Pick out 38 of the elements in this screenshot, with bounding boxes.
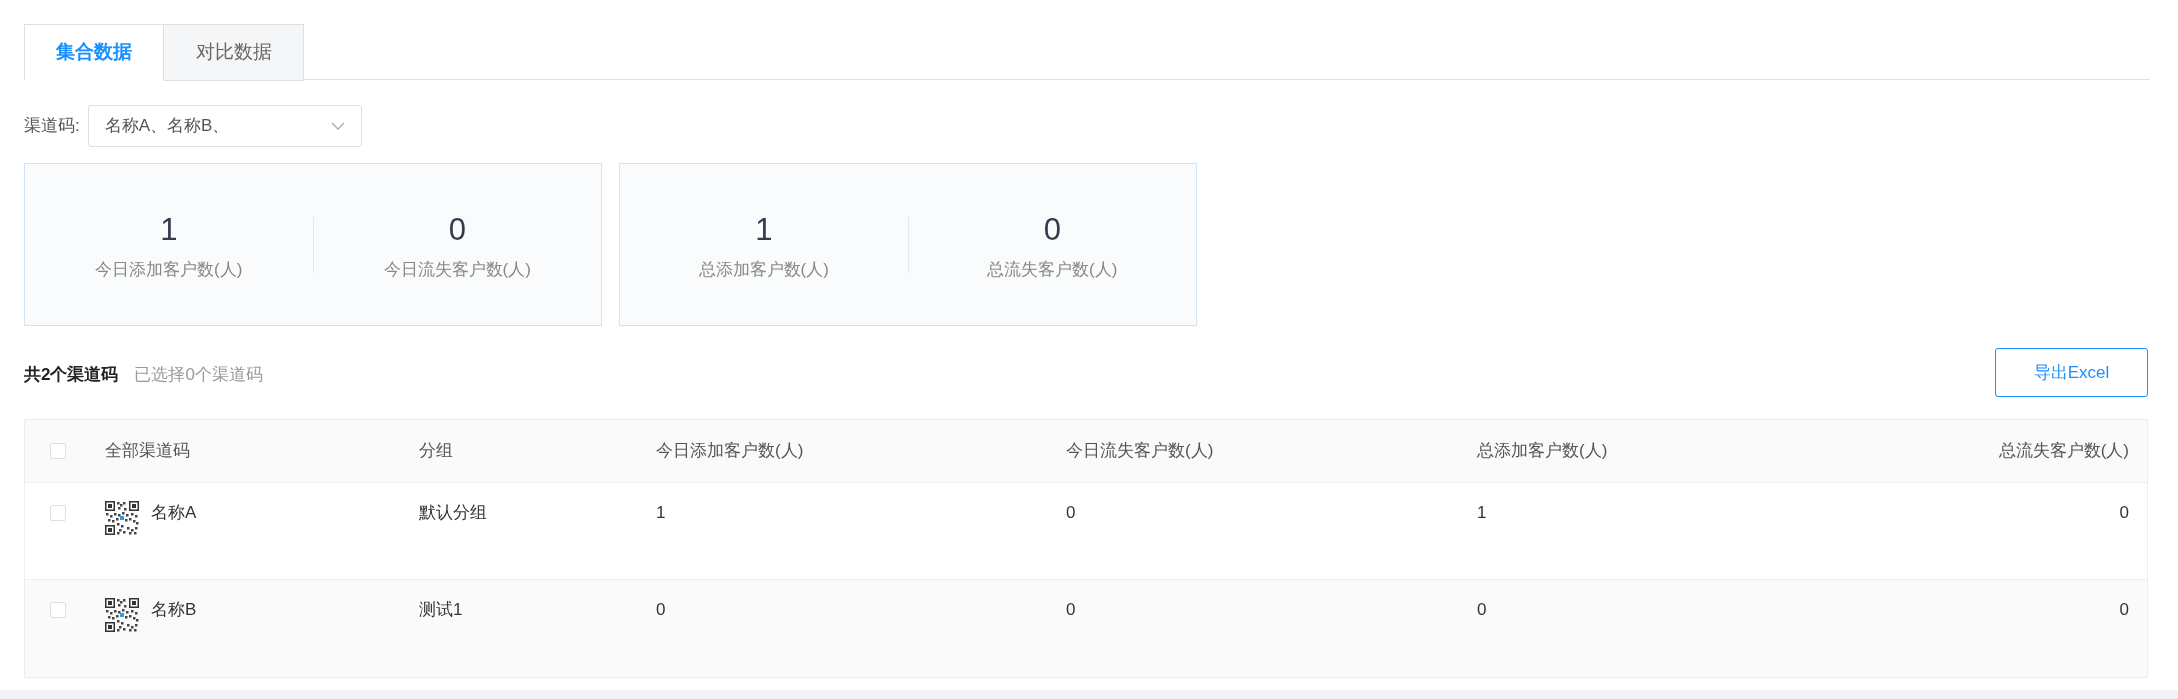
table-cell-text: 0 [2119,502,2129,524]
table-cell-text: 测试1 [419,599,463,621]
column-header: 总流失客户数(人) [1998,440,2129,463]
chevron-down-icon [330,122,345,130]
stat-label: 今日添加客户数(人) [95,259,243,281]
stat-value: 1 [755,210,773,249]
table-row[interactable]: 名称B 测试1 0 0 0 0 [25,580,2147,677]
table-cell-text: 名称A [151,502,197,524]
checkbox[interactable] [50,443,66,459]
stat-label: 今日流失客户数(人) [383,259,531,281]
column-header: 全部渠道码 [105,440,190,463]
tab[interactable]: 对比数据 [164,24,304,81]
selected-count: 已选择0个渠道码 [134,363,263,386]
channel-select[interactable]: 名称A、名称B、 [87,105,362,147]
table-cell-text: 0 [1477,599,1487,621]
stat-label: 总流失客户数(人) [987,259,1118,281]
column-header: 今日流失客户数(人) [1066,440,1214,463]
stat-label: 总添加客户数(人) [698,259,829,281]
table-cell-text: 1 [656,502,666,524]
table-cell-text: 0 [1066,502,1076,524]
total-count: 共2个渠道码 [24,363,119,386]
table-cell-text: 0 [1066,599,1076,621]
qr-code-icon [105,501,139,535]
checkbox[interactable] [50,505,66,521]
table-cell-text: 0 [656,599,666,621]
table-cell-text: 默认分组 [419,502,487,524]
table-cell-text: 0 [2119,599,2129,621]
column-header: 分组 [419,440,453,463]
table-cell-text: 1 [1477,502,1487,524]
table-cell-text: 名称B [151,599,197,621]
stat-value: 0 [448,210,466,249]
column-header: 今日添加客户数(人) [656,440,804,463]
column-header: 总添加客户数(人) [1477,440,1608,463]
checkbox[interactable] [50,602,66,618]
qr-code-icon [105,598,139,632]
stat-value: 0 [1043,210,1061,249]
filter-label: 渠道码: [24,115,80,138]
stat-value: 1 [160,210,178,249]
